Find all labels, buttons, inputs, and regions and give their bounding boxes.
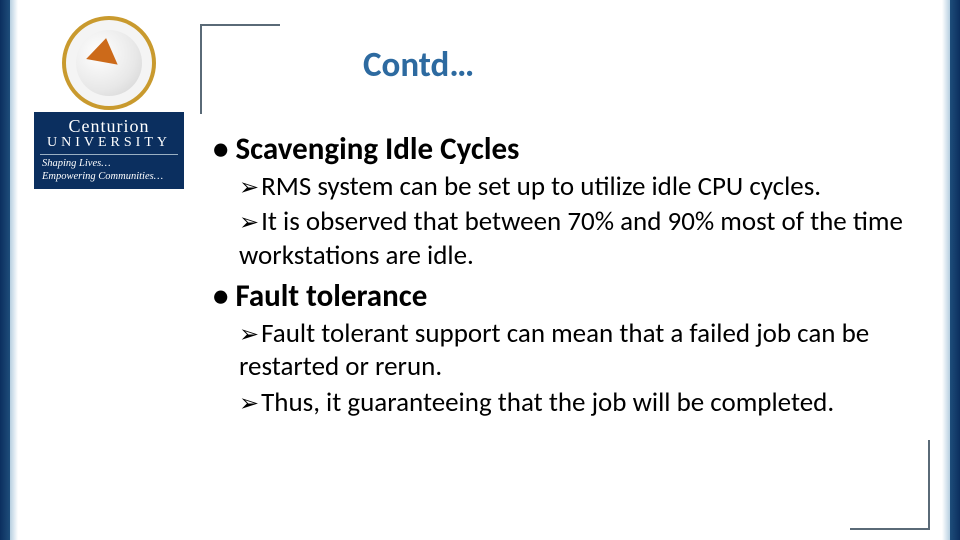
bullet-point: Fault tolerant support can mean that a f… (239, 317, 913, 385)
logo-name-line2: UNIVERSITY (40, 135, 178, 151)
logo-tagline-1: Shaping Lives… (40, 158, 178, 171)
bullet-point: It is observed that between 70% and 90% … (239, 205, 913, 273)
logo-tagline-2: Empowering Communities… (40, 171, 178, 184)
corner-bracket (928, 440, 930, 530)
logo-crest-icon (62, 16, 156, 110)
slide-title: Contd… (363, 44, 474, 86)
bullet-point: RMS system can be set up to utilize idle… (239, 170, 913, 204)
corner-bracket (200, 24, 202, 114)
right-border-band (942, 0, 960, 540)
bullet-heading: Scavenging Idle Cycles (213, 132, 913, 168)
left-border-band (0, 0, 18, 540)
corner-bracket (200, 24, 280, 26)
slide-content: Scavenging Idle Cycles RMS system can be… (213, 132, 913, 422)
university-logo: Centurion UNIVERSITY Shaping Lives… Empo… (34, 16, 184, 189)
bullet-heading: Fault tolerance (213, 279, 913, 315)
corner-bracket (850, 528, 930, 530)
bullet-point: Thus, it guaranteeing that the job will … (239, 386, 913, 420)
slide: Centurion UNIVERSITY Shaping Lives… Empo… (0, 0, 960, 540)
logo-name-line1: Centurion (40, 116, 178, 137)
